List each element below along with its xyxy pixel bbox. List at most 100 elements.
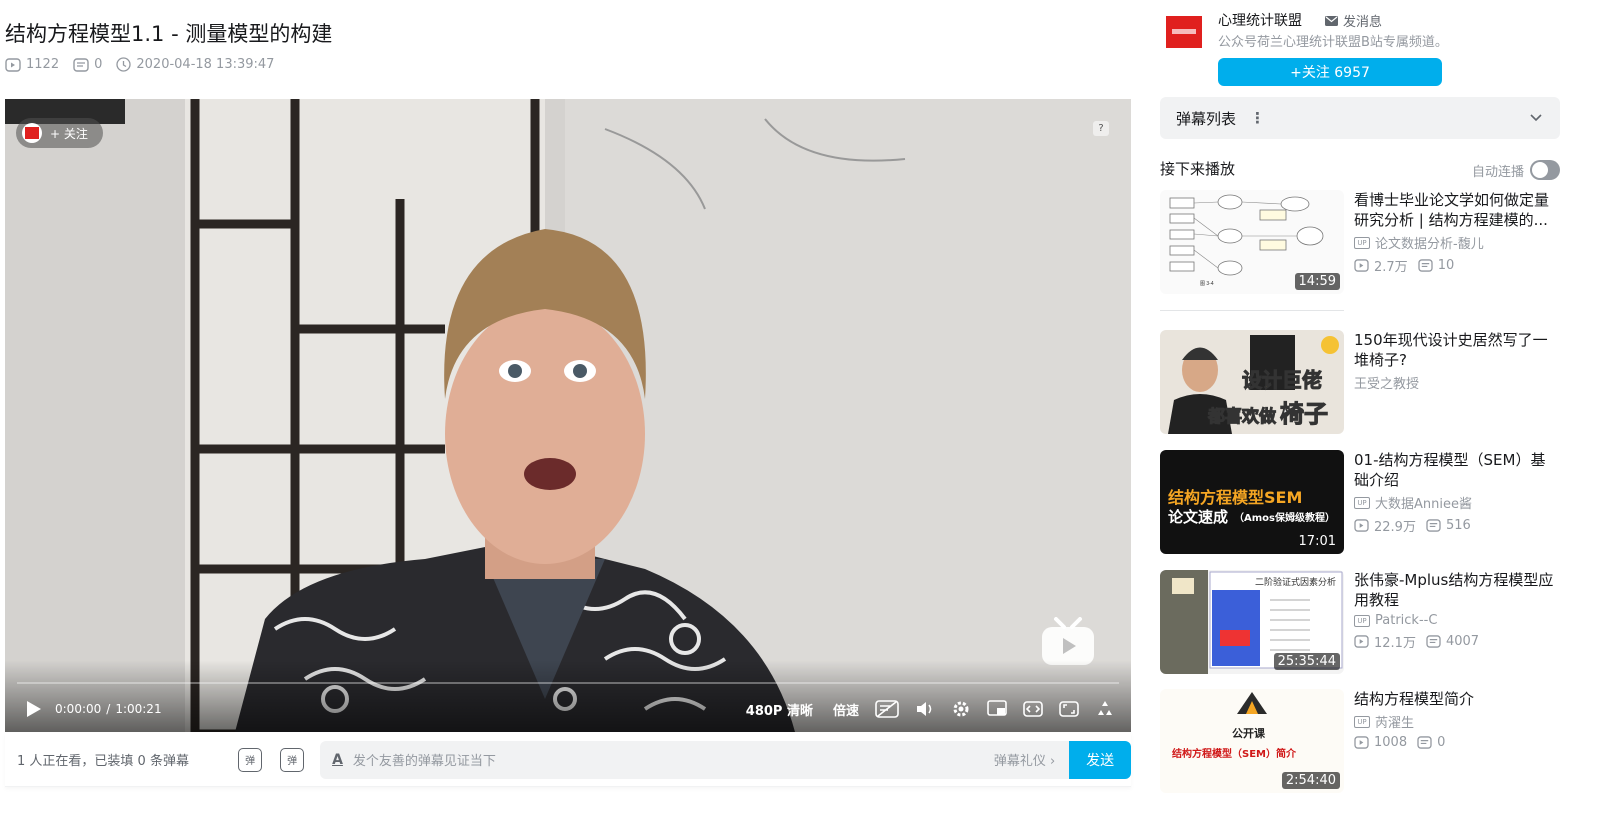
- rec-title[interactable]: 结构方程模型简介: [1354, 689, 1560, 709]
- uploader-avatar[interactable]: [1166, 16, 1202, 48]
- rec-duration: 2:54:40: [1281, 772, 1340, 789]
- danmaku-list-menu-icon[interactable]: ⋮: [1250, 109, 1265, 127]
- rec-plays: 1008: [1374, 735, 1408, 750]
- danmaku-input[interactable]: A 发个友善的弹幕见证当下 弹幕礼仪 ›: [320, 740, 1070, 779]
- rec-title[interactable]: 看博士毕业论文学如何做定量研究分析 | 结构方程建模的...: [1354, 190, 1560, 230]
- rec-thumbnail[interactable]: 二阶验证式因素分析 25:35:44: [1160, 570, 1344, 674]
- rec-thumb-text: 结构方程模型（SEM）简介: [1172, 749, 1296, 760]
- uploader-name[interactable]: 心理统计联盟: [1218, 10, 1302, 30]
- rec-danmaku: 516: [1445, 518, 1471, 533]
- autoplay-toggle[interactable]: [1530, 160, 1561, 180]
- up-icon: UP: [1354, 614, 1370, 627]
- play-icon[interactable]: [25, 699, 43, 719]
- web-fullscreen-icon[interactable]: [1059, 700, 1079, 718]
- danmaku-list-label: 弹幕列表: [1176, 109, 1237, 128]
- rec-up-name[interactable]: 论文数据分析-馥儿: [1375, 233, 1484, 252]
- rec-title[interactable]: 01-结构方程模型（SEM）基础介绍: [1354, 450, 1560, 490]
- danmaku-icon: [1426, 519, 1441, 532]
- up-icon: UP: [1354, 496, 1370, 509]
- rec-card[interactable]: 图 3-4 14:59 看博士毕业论文学如何做定量研究分析 | 结构方程建模的.…: [1160, 190, 1600, 294]
- play-count-icon: [1354, 259, 1369, 272]
- rec-duration: 25:35:44: [1273, 653, 1340, 670]
- rec-card[interactable]: 结构方程模型SEM 论文速成 （Amos保姆级教程） 17:01 01-结构方程…: [1160, 450, 1600, 554]
- autoplay: 自动连播: [1472, 160, 1561, 180]
- rec-up-name[interactable]: 芮濯生: [1375, 712, 1414, 731]
- time-separator: /: [106, 702, 111, 716]
- duration: 1:00:21: [115, 702, 162, 716]
- rec-thumbnail[interactable]: 结构方程模型SEM 论文速成 （Amos保姆级教程） 17:01: [1160, 450, 1344, 554]
- rec-thumbnail[interactable]: 公开课 结构方程模型（SEM）简介 2:54:40: [1160, 689, 1344, 793]
- control-bar-bg: [5, 660, 1131, 732]
- mail-icon: [1325, 15, 1338, 26]
- rec-card[interactable]: 公开课 结构方程模型（SEM）简介 2:54:40 结构方程模型简介 UP 芮濯生…: [1160, 689, 1600, 793]
- video-frame: [5, 99, 1131, 732]
- widescreen-icon[interactable]: [1023, 700, 1043, 718]
- send-button[interactable]: 发送: [1069, 740, 1132, 779]
- fullscreen-icon[interactable]: [1095, 699, 1115, 719]
- rec-up-name[interactable]: 王受之教授: [1354, 373, 1419, 392]
- danmaku-input-placeholder: 发个友善的弹幕见证当下: [352, 754, 496, 769]
- play-count-icon: [1354, 635, 1369, 648]
- rec-title[interactable]: 张伟豪-Mplus结构方程模型应用教程: [1354, 570, 1560, 610]
- rec-thumb-text: （Amos保姆级教程）: [1234, 513, 1335, 524]
- pip-icon[interactable]: [987, 700, 1007, 718]
- rec-plays: 2.7万: [1374, 260, 1408, 275]
- rec-thumb-text: 结构方程模型SEM: [1168, 488, 1303, 507]
- play-count-icon: [1354, 736, 1369, 749]
- video-player[interactable]: + 关注 ? 0:00:00 / 1:00:21 480P 清晰 倍速: [5, 99, 1131, 732]
- chevron-down-icon[interactable]: [1530, 114, 1542, 122]
- follow-button[interactable]: +关注 6957: [1218, 58, 1442, 86]
- divider: [1160, 310, 1344, 311]
- next-up-label: 接下来播放: [1160, 160, 1236, 178]
- viewers-text: 1 人正在看，已装填 0 条弹幕: [17, 754, 189, 769]
- rec-up-name[interactable]: 大数据Anniee酱: [1375, 493, 1472, 512]
- rec-thumbnail[interactable]: 图 3-4 14:59: [1160, 190, 1344, 294]
- danmaku-send-bar: 1 人正在看，已装填 0 条弹幕 弹 弹 A 发个友善的弹幕见证当下 弹幕礼仪 …: [5, 733, 1132, 787]
- player-follow-button[interactable]: + 关注: [16, 118, 103, 148]
- rec-title[interactable]: 150年现代设计史居然写了一堆椅子?: [1354, 330, 1560, 370]
- danmaku-count: 0: [73, 57, 102, 72]
- danmaku-display-toggle-icon[interactable]: 弹: [238, 747, 263, 772]
- danmaku-etiquette-link[interactable]: 弹幕礼仪 ›: [994, 750, 1055, 769]
- video-meta: 1122 0 2020-04-18 13:39:47: [5, 57, 288, 72]
- rec-card[interactable]: 二阶验证式因素分析 25:35:44 张伟豪-Mplus结构方程模型应用教程 U…: [1160, 570, 1600, 674]
- rec-plays: 12.1万: [1374, 636, 1416, 651]
- controls-left: 0:00:00 / 1:00:21: [25, 699, 162, 719]
- pubdate-value: 2020-04-18 13:39:47: [136, 57, 275, 72]
- rec-duration: 14:59: [1294, 273, 1340, 290]
- up-icon: UP: [1354, 236, 1370, 249]
- quality-button[interactable]: 480P 清晰: [746, 700, 813, 719]
- rec-plays: 22.9万: [1374, 520, 1416, 535]
- danmaku-icon: [1426, 635, 1441, 648]
- danmaku-count-value: 0: [94, 57, 103, 72]
- play-count-value: 1122: [26, 57, 60, 72]
- danmaku-style-icon[interactable]: A: [332, 752, 343, 768]
- rec-thumbnail[interactable]: 设计巨佬 都喜欢做 椅子: [1160, 330, 1344, 434]
- volume-icon[interactable]: [915, 700, 935, 718]
- message-button[interactable]: 发消息: [1325, 11, 1382, 30]
- pubdate: 2020-04-18 13:39:47: [116, 57, 274, 72]
- rec-thumb-text: 设计巨佬: [1242, 368, 1323, 393]
- controls-right: 480P 清晰 倍速: [732, 699, 1115, 719]
- danmaku-list-panel[interactable]: 弹幕列表 ⋮: [1160, 97, 1560, 139]
- progress-bar[interactable]: [17, 682, 1119, 684]
- rec-thumb-text: 都喜欢做: [1208, 407, 1277, 428]
- player-follow-label: + 关注: [50, 126, 88, 141]
- message-label: 发消息: [1343, 15, 1383, 30]
- danmaku-icon: [1418, 259, 1433, 272]
- video-title: 结构方程模型1.1 - 测量模型的构建: [5, 22, 333, 46]
- danmaku-icon: [73, 57, 89, 72]
- danmaku-settings-icon[interactable]: 弹: [280, 747, 305, 772]
- speed-button[interactable]: 倍速: [833, 700, 859, 719]
- play-count: 1122: [5, 57, 59, 72]
- danmaku-icon: [1417, 736, 1432, 749]
- play-count-icon: [5, 57, 21, 72]
- rec-up-name[interactable]: Patrick--C: [1375, 613, 1437, 628]
- current-time: 0:00:00: [55, 702, 102, 716]
- help-icon[interactable]: ?: [1093, 121, 1109, 136]
- rec-duration: 17:01: [1298, 534, 1336, 549]
- danmaku-toggle-icon[interactable]: [875, 700, 899, 718]
- rec-card[interactable]: 设计巨佬 都喜欢做 椅子 150年现代设计史居然写了一堆椅子? 王受之教授: [1160, 330, 1600, 434]
- autoplay-label: 自动连播: [1472, 164, 1525, 180]
- settings-icon[interactable]: [951, 699, 971, 719]
